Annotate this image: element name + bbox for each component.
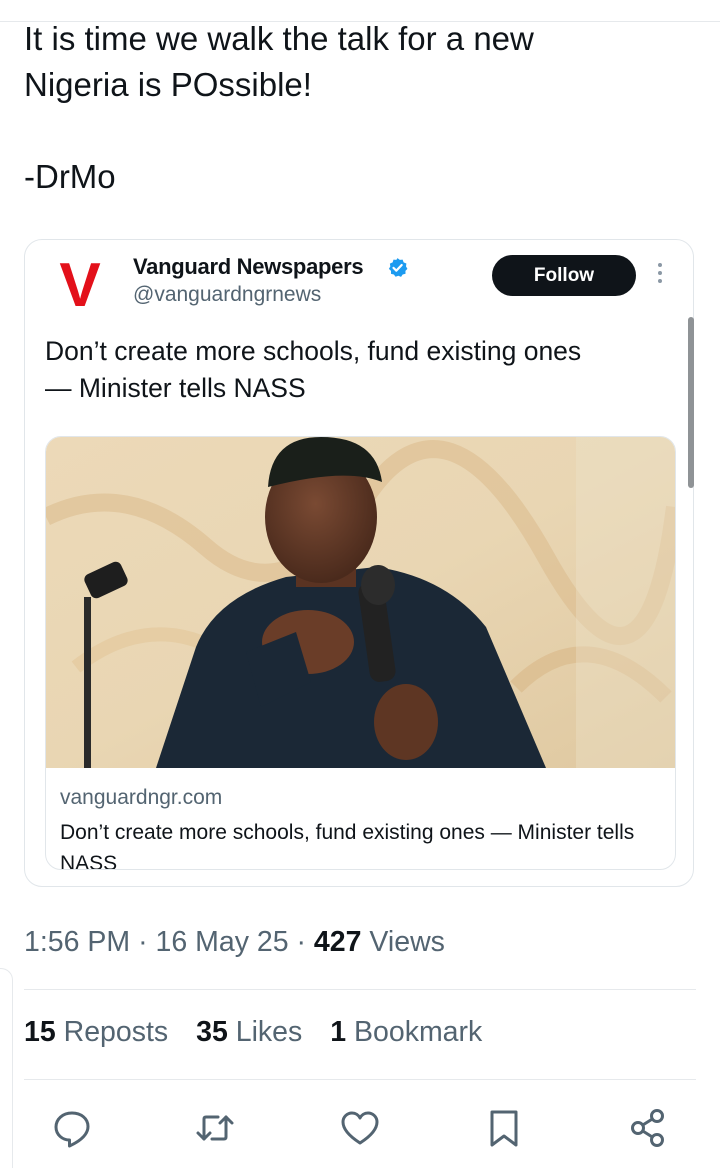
quoted-text-line: — Minister tells NASS (45, 373, 306, 403)
scrollbar[interactable] (688, 317, 694, 488)
quoted-text: Don’t create more schools, fund existing… (45, 333, 665, 407)
bookmarks-stat[interactable]: 1 Bookmark (330, 1016, 482, 1048)
more-options-icon[interactable] (652, 260, 668, 290)
vanguard-logo-letter: V (59, 256, 100, 310)
post-time[interactable]: 1:56 PM (24, 926, 130, 958)
like-button[interactable] (338, 1106, 382, 1150)
post-meta: 1:56 PM · 16 May 25 · 427 Views (24, 926, 445, 959)
article-photo[interactable] (46, 437, 675, 768)
link-domain[interactable]: vanguardngr.com (60, 786, 222, 810)
divider (24, 989, 696, 990)
follow-button[interactable]: Follow (492, 255, 636, 296)
reply-button[interactable] (50, 1106, 94, 1150)
repost-icon (196, 1115, 234, 1141)
side-panel-edge (0, 968, 13, 1168)
views-label: Views (369, 926, 445, 958)
bookmark-button[interactable] (482, 1106, 526, 1150)
bookmarks-count: 1 (330, 1016, 347, 1048)
reposts-label: Reposts (63, 1016, 169, 1048)
divider (24, 1079, 696, 1080)
post-date[interactable]: 16 May 25 (155, 926, 288, 958)
repost-button[interactable] (193, 1106, 237, 1150)
like-icon (341, 1111, 379, 1145)
post-text-line: It is time we walk the talk for a new (24, 20, 534, 57)
verified-badge-icon (388, 258, 408, 277)
reply-icon (54, 1111, 90, 1148)
reposts-count: 15 (24, 1016, 56, 1048)
share-icon (631, 1109, 664, 1147)
post-text-line: Nigeria is POssible! (24, 66, 312, 103)
vanguard-logo[interactable]: V (51, 256, 109, 310)
quoted-display-name[interactable]: Vanguard Newspapers (133, 254, 364, 280)
reposts-stat[interactable]: 15 Reposts (24, 1016, 168, 1048)
post-signature: -DrMo (24, 158, 116, 195)
quoted-post-card[interactable]: V Vanguard Newspapers @vanguardngrnews F… (24, 239, 694, 887)
bookmarks-label: Bookmark (353, 1016, 483, 1048)
likes-label: Likes (235, 1016, 303, 1048)
meta-separator: · (296, 926, 307, 958)
quoted-handle[interactable]: @vanguardngrnews (133, 283, 321, 307)
post-text: It is time we walk the talk for a new Ni… (24, 16, 694, 200)
meta-separator: · (138, 926, 148, 958)
quoted-text-line: Don’t create more schools, fund existing… (45, 336, 582, 366)
views-count: 427 (313, 926, 362, 958)
bookmark-icon (490, 1110, 518, 1147)
likes-stat[interactable]: 35 Likes (196, 1016, 302, 1048)
link-headline[interactable]: Don’t create more schools, fund existing… (60, 817, 665, 869)
share-button[interactable] (626, 1106, 670, 1150)
link-preview-card[interactable]: vanguardngr.com Don’t create more school… (45, 436, 676, 870)
likes-count: 35 (196, 1016, 228, 1048)
engagement-stats: 15 Reposts 35 Likes 1 Bookmark (24, 1016, 502, 1049)
